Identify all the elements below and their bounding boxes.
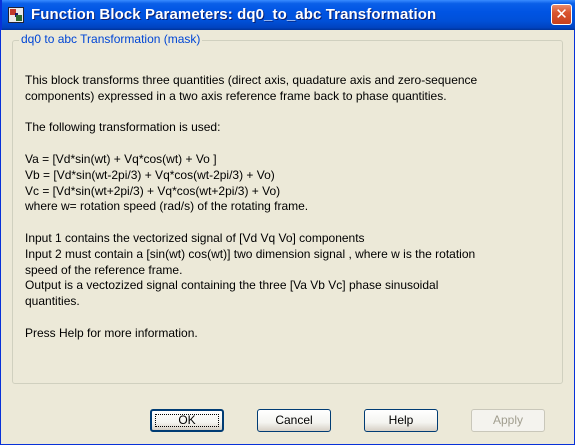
description-line: Press Help for more information. <box>25 325 198 340</box>
apply-button[interactable]: Apply <box>471 409 545 432</box>
description-line: Output is a vectozized signal containing… <box>25 278 439 293</box>
mask-description-group: dq0 to abc Transformation (mask) This bl… <box>12 32 563 384</box>
window-title: Function Block Parameters: dq0_to_abc Tr… <box>31 6 437 23</box>
description-line: Input 2 must contain a [sin(wt) cos(wt)]… <box>25 246 476 261</box>
close-button[interactable]: ✕ <box>551 4 572 25</box>
description-line: quantities. <box>25 294 80 309</box>
simulink-block-icon <box>8 7 24 23</box>
ok-button[interactable]: OK <box>150 409 224 432</box>
description-line: The following transformation is used: <box>25 120 221 135</box>
description-line: speed of the reference frame. <box>25 262 183 277</box>
dialog-window: Function Block Parameters: dq0_to_abc Tr… <box>0 0 575 445</box>
cancel-button-label: Cancel <box>275 413 313 427</box>
mask-description: This block transforms three quantities (… <box>25 73 555 342</box>
title-bar[interactable]: Function Block Parameters: dq0_to_abc Tr… <box>1 0 575 30</box>
formula-vb: Vb = [Vd*sin(wt-2pi/3) + Vq*cos(wt-2pi/3… <box>25 167 275 182</box>
ok-button-label: OK <box>178 413 196 427</box>
description-line: This block transforms three quantities (… <box>25 73 478 87</box>
close-icon: ✕ <box>555 5 568 23</box>
help-button[interactable]: Help <box>364 409 438 432</box>
description-line: components) expressed in a two axis refe… <box>25 88 447 103</box>
help-button-label: Help <box>388 413 414 427</box>
formula-vc: Vc = [Vd*sin(wt+2pi/3) + Vq*cos(wt+2pi/3… <box>25 183 281 198</box>
description-line: Input 1 contains the vectorized signal o… <box>25 230 365 245</box>
group-legend: dq0 to abc Transformation (mask) <box>19 32 203 46</box>
cancel-button[interactable]: Cancel <box>257 409 331 432</box>
formula-va: Va = [Vd*sin(wt) + Vq*cos(wt) + Vo ] <box>25 151 217 166</box>
description-line: where w= rotation speed (rad/s) of the r… <box>25 199 309 214</box>
apply-button-label: Apply <box>492 413 524 427</box>
